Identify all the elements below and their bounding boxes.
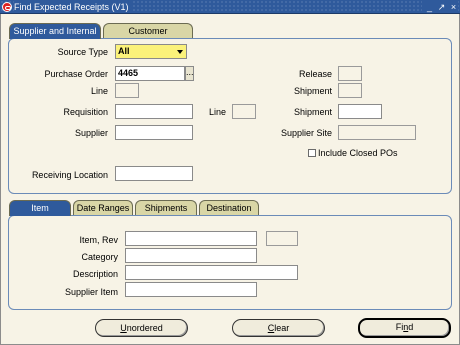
close-icon[interactable]: × <box>449 1 458 13</box>
item-rev-label: Item, Rev <box>79 235 118 245</box>
receiving-location-field[interactable] <box>115 166 193 181</box>
supplier-site-label: Supplier Site <box>280 128 332 138</box>
description-field[interactable] <box>125 265 298 280</box>
title-bar: Find Expected Receipts (V1) _ ↗ × <box>0 0 460 14</box>
minimize-icon[interactable]: _ <box>425 1 434 13</box>
supplier-field[interactable] <box>115 125 193 140</box>
shipment-po-field[interactable] <box>338 83 362 98</box>
req-shipment-label: Shipment <box>293 107 332 117</box>
tab-item[interactable]: Item <box>9 200 71 216</box>
req-line-field[interactable] <box>232 104 256 119</box>
requisition-field[interactable] <box>115 104 193 119</box>
purchase-order-field[interactable]: 4465 <box>115 66 185 81</box>
shipment-po-label: Shipment <box>293 86 332 96</box>
req-line-label: Line <box>208 107 226 117</box>
description-label: Description <box>72 269 118 279</box>
supplier-item-field[interactable] <box>125 282 257 297</box>
receiving-location-label: Receiving Location <box>31 170 108 180</box>
source-type-select[interactable]: All <box>115 44 187 59</box>
tab-destination[interactable]: Destination <box>199 200 259 216</box>
revision-field[interactable] <box>266 231 298 246</box>
release-label: Release <box>298 69 332 79</box>
find-button[interactable]: Find <box>358 318 451 338</box>
supplier-label: Supplier <box>74 128 108 138</box>
tab-supplier-and-internal[interactable]: Supplier and Internal <box>9 23 101 39</box>
source-type-label: Source Type <box>57 47 108 57</box>
category-field[interactable] <box>125 248 257 263</box>
oracle-logo-icon <box>2 2 12 12</box>
line-field[interactable] <box>115 83 139 98</box>
include-closed-pos-label: Include Closed POs <box>318 148 398 158</box>
maximize-icon[interactable]: ↗ <box>437 1 446 13</box>
tab-customer[interactable]: Customer <box>103 23 193 39</box>
chevron-down-icon <box>177 50 183 54</box>
supplier-item-label: Supplier Item <box>64 287 118 297</box>
clear-label: lear <box>274 323 290 333</box>
purchase-order-lov-button[interactable]: ... <box>185 66 194 81</box>
window-title: Find Expected Receipts (V1) <box>14 1 132 13</box>
clear-button[interactable]: Clear <box>232 319 325 337</box>
tab-date-ranges[interactable]: Date Ranges <box>73 200 133 216</box>
category-label: Category <box>81 252 118 262</box>
supplier-site-field[interactable] <box>338 125 416 140</box>
purchase-order-label: Purchase Order <box>44 69 108 79</box>
release-field[interactable] <box>338 66 362 81</box>
req-shipment-field[interactable] <box>338 104 382 119</box>
find-label-rest: d <box>408 322 414 332</box>
requisition-label: Requisition <box>63 107 108 117</box>
item-field[interactable] <box>125 231 257 246</box>
line-label: Line <box>90 86 108 96</box>
include-closed-pos-checkbox[interactable] <box>308 149 316 157</box>
window-controls: _ ↗ × <box>422 1 458 13</box>
tab-shipments[interactable]: Shipments <box>135 200 197 216</box>
unordered-button[interactable]: Unordered <box>95 319 188 337</box>
source-type-value: All <box>118 46 130 56</box>
unordered-label: nordered <box>126 323 163 333</box>
